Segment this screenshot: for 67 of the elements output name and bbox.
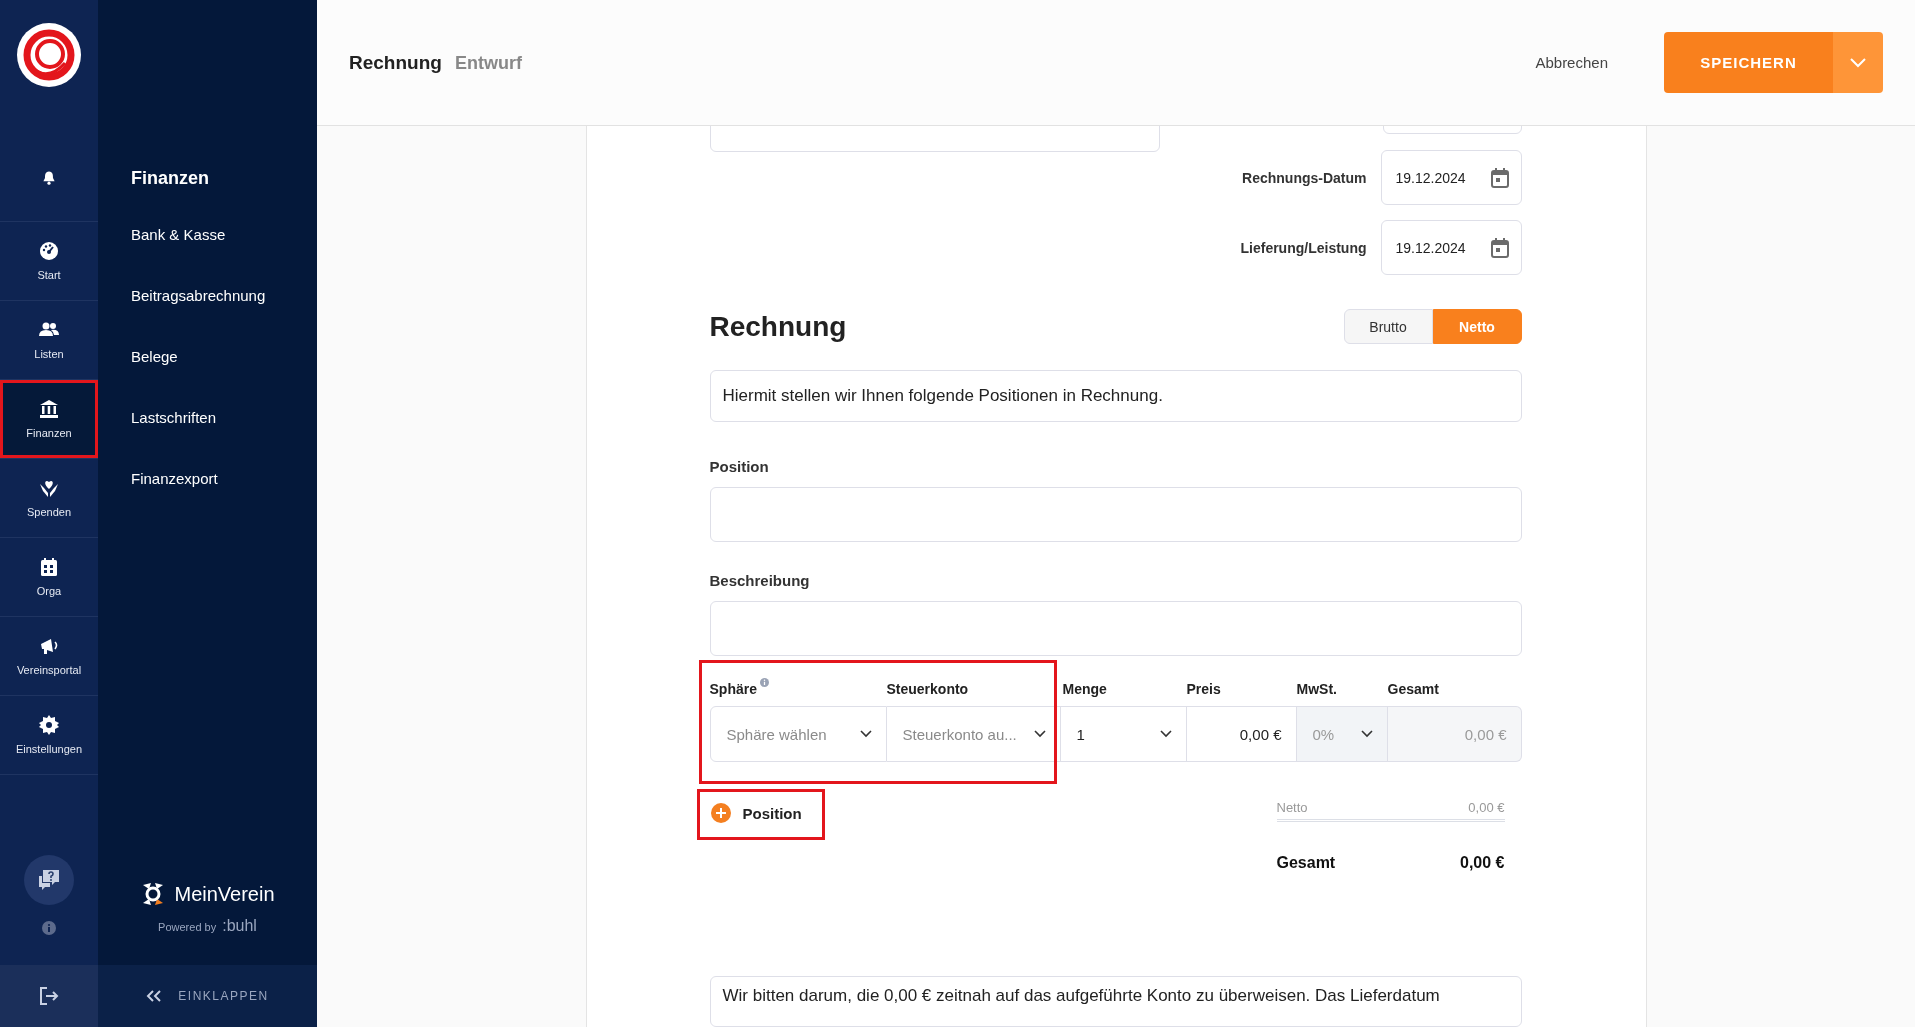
date-field[interactable]: 19.12.2024	[1380, 150, 1522, 205]
chevron-down-icon	[1033, 730, 1046, 738]
nav-link[interactable]: Lastschriften	[98, 388, 317, 449]
nav-link[interactable]: Bank & Kasse	[98, 205, 317, 266]
plus-circle-icon	[710, 803, 731, 823]
date-field[interactable]: 19.12.2024	[1380, 220, 1522, 275]
collapse-button[interactable]: EINKLAPPEN	[98, 965, 317, 1027]
logout-button[interactable]	[0, 965, 98, 1027]
column-label: Sphäre	[709, 681, 757, 697]
cancel-button[interactable]: Abbrechen	[1535, 54, 1608, 71]
netto-label: Netto	[1276, 800, 1308, 815]
column-label: Preis	[1186, 681, 1221, 697]
input-field[interactable]: 0,00 €	[1186, 706, 1297, 762]
netto-value: 0,00 €	[1468, 800, 1505, 815]
calendar-icon	[1490, 237, 1509, 258]
club-logo	[17, 23, 81, 87]
logout-icon	[38, 986, 60, 1006]
field-label: Rechnungs-Datum	[1242, 169, 1367, 186]
field-label: Beschreibung	[709, 572, 811, 590]
input-field[interactable]	[709, 487, 1522, 543]
chat-question-icon	[37, 869, 61, 891]
dropdown[interactable]: 1	[1060, 706, 1187, 762]
total-value: 0,00 €	[1460, 854, 1505, 872]
field-label: Position	[709, 458, 770, 476]
column-label: Menge	[1061, 681, 1107, 697]
gauge-icon	[39, 241, 59, 261]
save-options-button[interactable]	[1833, 32, 1883, 93]
column-label: Gesamt	[1387, 681, 1439, 697]
column-label: MwSt.	[1296, 681, 1337, 697]
text-field[interactable]: Hiermit stellen wir Ihnen folgende Positionen in Rechnung.	[709, 370, 1522, 423]
bell-icon	[41, 170, 57, 186]
text-field[interactable]: Wir bitten darum, die 0,00 € zeitnah auf das aufgeführte Konto zu überweisen. Das Lieferdatum	[709, 976, 1522, 1027]
gear-icon	[39, 715, 59, 735]
status-label: Entwurf	[454, 52, 522, 74]
chevron-down-icon	[859, 730, 872, 738]
chevron-down-icon	[1159, 730, 1172, 738]
powered-by-text: Powered by	[158, 921, 217, 933]
total-field: 0,00 €	[1387, 706, 1522, 762]
nav-link[interactable]: Finanzexport	[98, 449, 317, 510]
field-label: Lieferung/Leistung	[1240, 239, 1367, 256]
bank-icon	[39, 399, 59, 419]
section-heading: Rechnung	[709, 310, 847, 343]
dropdown: 0%	[1296, 706, 1388, 762]
dropdown[interactable]: Sphäre wählen	[709, 706, 887, 762]
toggle-option[interactable]: Brutto	[1343, 309, 1433, 344]
info-icon	[759, 678, 769, 687]
chevron-down-icon	[1850, 57, 1866, 68]
partner-logo: :buhl	[222, 917, 257, 935]
add-position-button[interactable]: Position	[709, 800, 802, 826]
column-label: Steuerkonto	[886, 681, 969, 697]
nav-item[interactable]: Finanzen	[0, 380, 98, 459]
double-chevron-left-icon	[146, 990, 163, 1002]
page-title: Rechnung	[349, 51, 442, 74]
help-button[interactable]	[24, 855, 74, 905]
chevron-down-icon	[1360, 730, 1373, 738]
nav-link[interactable]: Beitragsabrechnung	[98, 266, 317, 327]
dropdown[interactable]: Steuerkonto au...	[886, 706, 1061, 762]
calendar-icon	[1490, 167, 1509, 188]
total-label: Gesamt	[1276, 854, 1336, 872]
info-icon	[42, 921, 56, 935]
section-title: Finanzen	[130, 167, 210, 190]
heart-hands-icon	[39, 478, 59, 498]
nav-link[interactable]: Belege	[98, 327, 317, 388]
megaphone-icon	[39, 636, 59, 656]
brand-name: MeinVerein	[174, 882, 275, 906]
input-field[interactable]	[709, 601, 1522, 656]
calendar-icon	[39, 557, 59, 577]
